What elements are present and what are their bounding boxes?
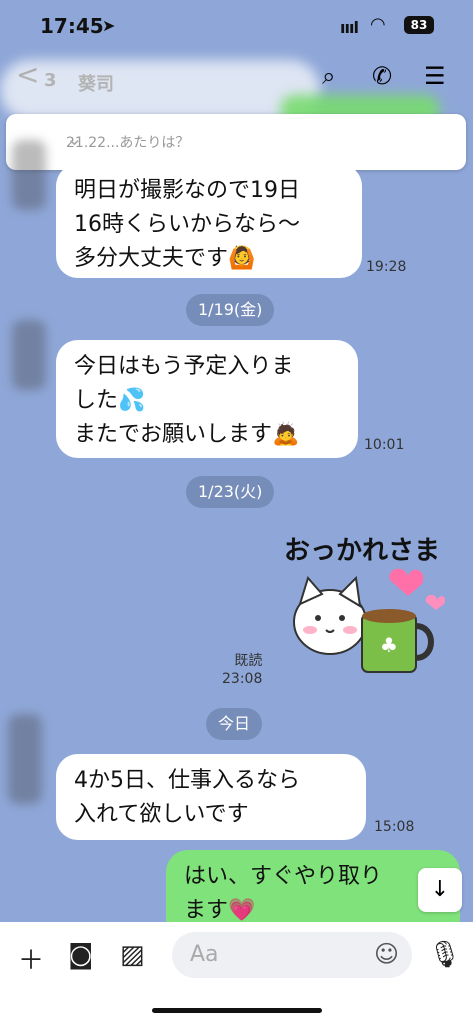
message-bubble: 今日はもう予定入りま した💦 またでお願いします🙇: [56, 340, 358, 458]
location-icon: ➤: [102, 16, 116, 35]
camera-icon[interactable]: ◙: [68, 940, 93, 970]
date-separator: 今日: [206, 708, 263, 740]
message-meta: 既読 23:08: [222, 652, 262, 688]
wifi-icon: ◠: [370, 14, 386, 35]
avatar[interactable]: [8, 714, 42, 804]
cat-sticker[interactable]: ♣: [286, 530, 456, 690]
message-input[interactable]: Aa ☺: [172, 932, 412, 978]
avatar[interactable]: [12, 320, 46, 390]
image-icon[interactable]: ▨: [120, 940, 145, 970]
message-bubble: 4か5日、仕事入るなら 入れて欲しいです: [56, 754, 366, 840]
avatar[interactable]: [12, 140, 46, 210]
date-separator: 1/19(金): [186, 294, 275, 326]
call-icon[interactable]: ✆: [372, 62, 392, 90]
redaction-smear: [0, 60, 320, 120]
microphone-icon[interactable]: 🎙: [428, 940, 461, 970]
input-bar: ＋ ◙ ▨ Aa ☺ 🎙: [0, 922, 473, 1024]
svg-text:♣: ♣: [380, 633, 398, 657]
battery-indicator: 83: [404, 16, 434, 34]
home-indicator: [152, 1008, 322, 1013]
input-placeholder: Aa: [190, 942, 219, 967]
date-separator: 1/23(火): [186, 476, 275, 508]
signal-icon: ıııl: [340, 18, 359, 37]
message-time: 10:01: [364, 437, 405, 453]
message-time: 15:08: [374, 819, 415, 835]
message-time: 19:28: [366, 259, 407, 275]
scroll-down-button[interactable]: ↓: [418, 868, 462, 912]
status-time: 17:45: [40, 14, 104, 38]
menu-icon[interactable]: ☰: [424, 62, 446, 90]
search-icon[interactable]: ⌕: [322, 62, 335, 90]
emoji-icon[interactable]: ☺: [374, 940, 399, 968]
status-bar: 17:45 ➤ ıııl ◠ 83: [0, 0, 473, 52]
message-bubble: 明日が撮影なので19日 16時くらいからなら〜 多分大丈夫です🙆: [56, 164, 362, 278]
chevron-down-icon[interactable]: ⌄: [66, 126, 448, 150]
pinned-message[interactable]: 21.22...あたりは？ ⌄: [6, 114, 466, 170]
plus-icon[interactable]: ＋: [18, 940, 44, 977]
read-receipt: 既読: [234, 653, 263, 669]
message-time: 23:08: [222, 671, 263, 687]
